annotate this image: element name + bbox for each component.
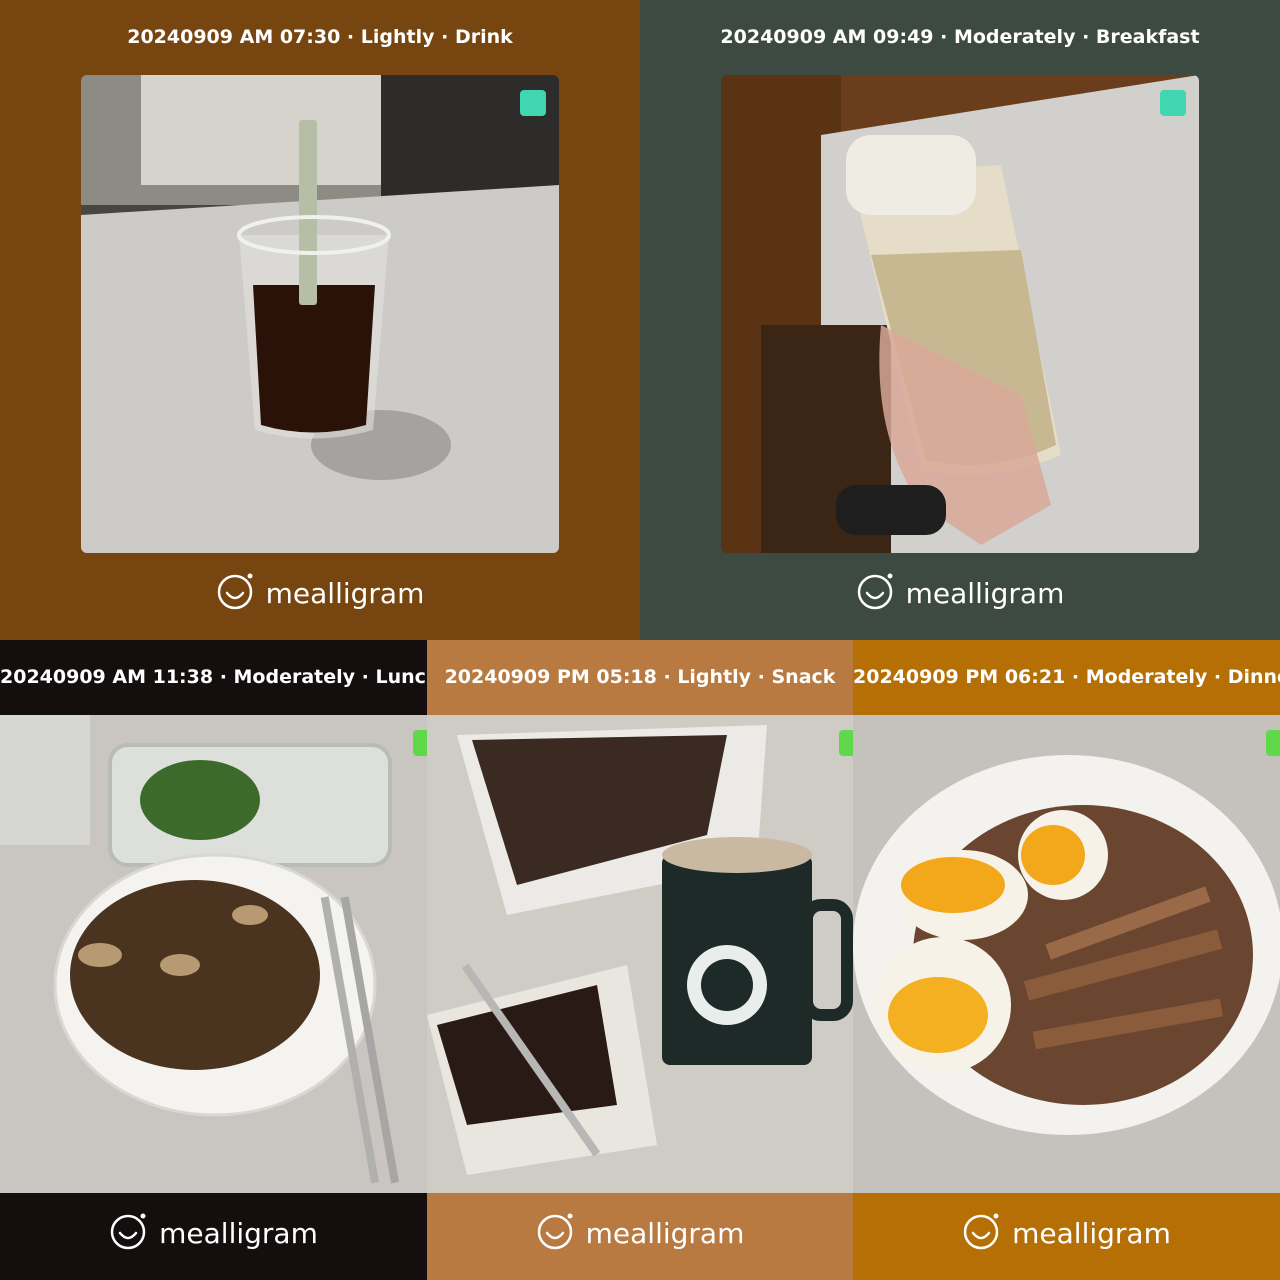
brand-logo: mealligram [0, 570, 640, 616]
brand-name: mealligram [1012, 1216, 1171, 1250]
smile-circle-icon [856, 571, 896, 616]
smile-circle-icon [216, 571, 256, 616]
meal-card-header: 20240909 AM 11:38 · Moderately · Lunch [0, 666, 427, 688]
brand-name: mealligram [265, 576, 425, 610]
meal-photo-protein-shake[interactable] [721, 75, 1199, 553]
meal-card-header: 20240909 PM 05:18 · Lightly · Snack [444, 666, 836, 688]
meal-card-drink[interactable]: 20240909 AM 07:30 · Lightly · Drink meal… [0, 0, 640, 640]
meal-card-header: 20240909 AM 09:49 · Moderately · Breakfa… [720, 26, 1200, 48]
meal-card-dinner[interactable]: 20240909 PM 06:21 · Moderately · Dinner … [853, 640, 1280, 1280]
sync-status-indicator [1266, 730, 1280, 756]
meal-photo-iced-americano[interactable] [81, 75, 559, 553]
meal-card-header: 20240909 AM 07:30 · Lightly · Drink [127, 26, 513, 48]
meal-card-lunch[interactable]: 20240909 AM 11:38 · Moderately · Lunch m… [0, 640, 427, 1280]
meal-card-breakfast[interactable]: 20240909 AM 09:49 · Moderately · Breakfa… [640, 0, 1280, 640]
meal-photo-bulgogi[interactable] [0, 715, 427, 1193]
smile-circle-icon [536, 1211, 576, 1256]
sync-status-indicator [413, 730, 427, 756]
meal-card-snack[interactable]: 20240909 PM 05:18 · Lightly · Snack meal… [427, 640, 853, 1280]
brand-name: mealligram [585, 1216, 745, 1250]
brand-logo: mealligram [427, 1210, 853, 1256]
brand-name: mealligram [159, 1216, 318, 1250]
brand-logo: mealligram [640, 570, 1280, 616]
sync-status-indicator [839, 730, 853, 756]
sync-status-indicator [520, 90, 546, 116]
brand-logo: mealligram [853, 1210, 1280, 1256]
sync-status-indicator [1160, 90, 1186, 116]
meal-photo-pork-egg-bowl[interactable] [853, 715, 1280, 1193]
brand-logo: mealligram [0, 1210, 427, 1256]
brand-name: mealligram [905, 576, 1065, 610]
meal-photo-brownie-coffee[interactable] [427, 715, 853, 1193]
meal-card-header: 20240909 PM 06:21 · Moderately · Dinner [853, 666, 1280, 688]
smile-circle-icon [962, 1211, 1002, 1256]
smile-circle-icon [109, 1211, 149, 1256]
